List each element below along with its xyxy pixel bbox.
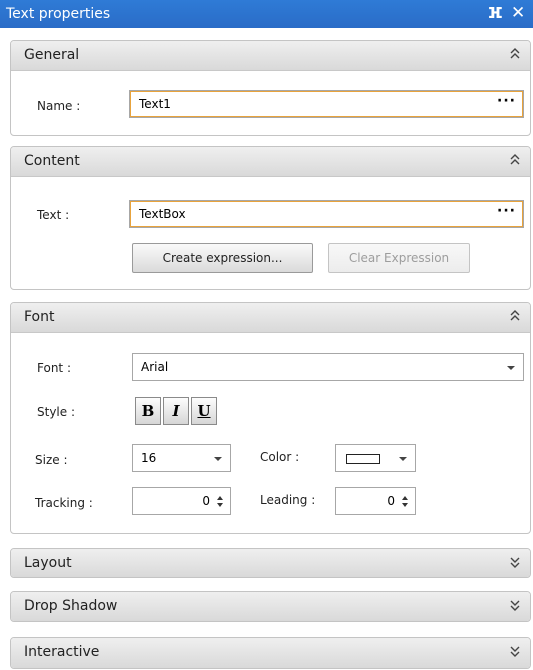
text-input[interactable]: TextBox ··· <box>129 200 524 228</box>
underline-button[interactable]: U <box>191 397 217 425</box>
interactive-panel: Interactive <box>10 637 531 669</box>
collapse-chevron-icon[interactable] <box>510 309 520 323</box>
leading-stepper[interactable]: 0 <box>335 487 416 515</box>
content-title: Content <box>24 153 80 169</box>
font-label: Font : <box>37 361 71 375</box>
title-bar: Text properties ⴼ ✕ <box>0 0 533 28</box>
drop-shadow-header[interactable]: Drop Shadow <box>11 592 530 621</box>
create-expression-button[interactable]: Create expression... <box>132 243 313 273</box>
window-title: Text properties <box>6 6 111 22</box>
general-header[interactable]: General <box>11 41 530 71</box>
spin-up-icon[interactable] <box>402 496 408 500</box>
general-title: General <box>24 47 80 63</box>
general-panel: General Name : Text1 ··· <box>10 40 531 136</box>
size-value: 16 <box>141 451 157 465</box>
text-ellipsis-button[interactable]: ··· <box>497 203 516 219</box>
style-label: Style : <box>37 405 75 419</box>
name-ellipsis-button[interactable]: ··· <box>497 93 516 109</box>
content-panel: Content Text : TextBox ··· Create expres… <box>10 146 531 290</box>
font-panel: Font Font : Arial Style : B I U Size : 1… <box>10 302 531 534</box>
italic-button[interactable]: I <box>163 397 189 425</box>
collapse-chevron-icon[interactable] <box>510 47 520 61</box>
leading-label: Leading : <box>260 493 316 507</box>
pin-icon[interactable]: ⴼ <box>488 4 503 22</box>
leading-value: 0 <box>387 494 395 508</box>
font-value: Arial <box>141 360 169 374</box>
font-title: Font <box>24 309 55 325</box>
dropdown-arrow-icon[interactable] <box>214 457 222 461</box>
layout-header[interactable]: Layout <box>11 549 530 577</box>
content-header[interactable]: Content <box>11 147 530 177</box>
layout-panel: Layout <box>10 548 531 578</box>
text-label: Text : <box>37 208 70 222</box>
size-label: Size : <box>35 453 68 467</box>
spin-down-icon[interactable] <box>402 503 408 507</box>
tracking-label: Tracking : <box>35 496 93 510</box>
clear-expression-button[interactable]: Clear Expression <box>328 243 470 273</box>
expand-chevron-icon[interactable] <box>510 598 520 612</box>
dropdown-arrow-icon[interactable] <box>507 366 515 370</box>
name-value: Text1 <box>139 97 171 111</box>
size-select[interactable]: 16 <box>132 444 231 472</box>
expand-chevron-icon[interactable] <box>510 555 520 569</box>
name-label: Name : <box>37 99 81 113</box>
expand-chevron-icon[interactable] <box>510 644 520 658</box>
color-swatch <box>346 454 380 464</box>
spin-down-icon[interactable] <box>217 503 223 507</box>
color-picker[interactable] <box>335 444 416 472</box>
font-header[interactable]: Font <box>11 303 530 333</box>
tracking-value: 0 <box>202 494 210 508</box>
close-icon[interactable]: ✕ <box>511 3 525 23</box>
drop-shadow-title: Drop Shadow <box>24 598 118 614</box>
dropdown-arrow-icon[interactable] <box>399 457 407 461</box>
text-value: TextBox <box>139 207 186 221</box>
interactive-title: Interactive <box>24 644 100 660</box>
style-buttons: B I U <box>135 397 217 425</box>
font-select[interactable]: Arial <box>132 353 524 381</box>
bold-button[interactable]: B <box>135 397 161 425</box>
name-input[interactable]: Text1 ··· <box>129 90 524 118</box>
spin-up-icon[interactable] <box>217 496 223 500</box>
color-label: Color : <box>260 450 300 464</box>
interactive-header[interactable]: Interactive <box>11 638 530 668</box>
tracking-stepper[interactable]: 0 <box>132 487 231 515</box>
collapse-chevron-icon[interactable] <box>510 153 520 167</box>
drop-shadow-panel: Drop Shadow <box>10 591 531 622</box>
layout-title: Layout <box>24 555 72 571</box>
